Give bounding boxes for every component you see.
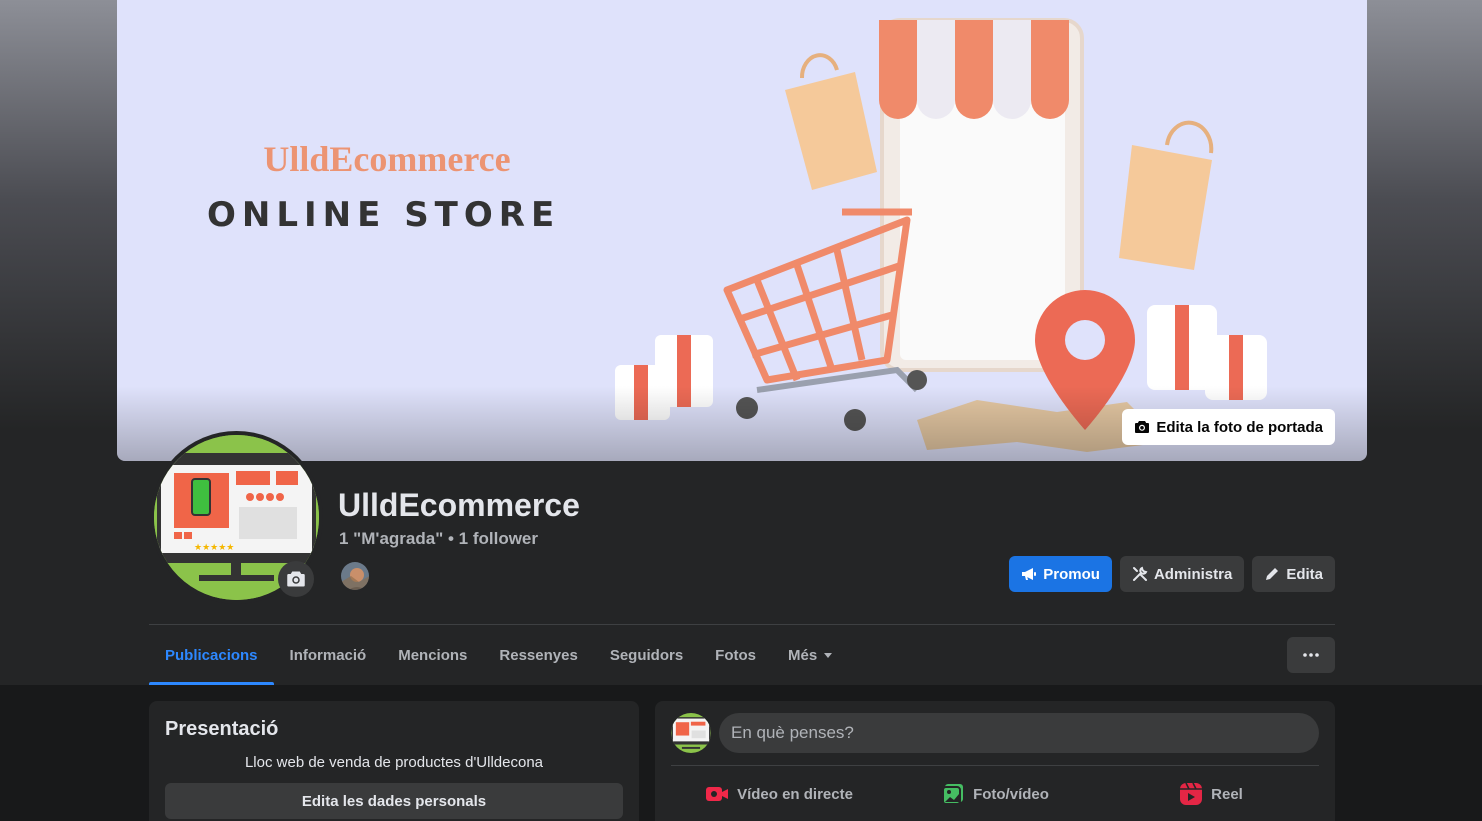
edit-details-button[interactable]: Edita les dades personals [165,783,623,819]
edit-button[interactable]: Edita [1252,556,1335,592]
photo-video-button[interactable]: Foto/vídeo [887,774,1103,814]
composer-avatar[interactable] [671,713,711,753]
manage-label: Administra [1153,565,1233,583]
reel-icon [1179,782,1203,806]
tab-posts[interactable]: Publicacions [149,625,274,685]
edit-cover-photo-label: Edita la foto de portada [1156,418,1323,436]
composer-actions: Vídeo en directe Foto/vídeo Reel [671,774,1319,814]
live-video-button[interactable]: Vídeo en directe [671,774,887,814]
promote-label: Promou [1043,565,1100,583]
megaphone-icon [1021,566,1037,582]
tab-followers[interactable]: Seguidors [594,625,699,685]
divider [671,765,1319,766]
camera-icon [1134,419,1150,435]
svg-text:★★★★★: ★★★★★ [194,543,234,553]
follower-avatar[interactable] [339,560,371,592]
edit-cover-photo-button[interactable]: Edita la foto de portada [1122,409,1335,445]
manage-button[interactable]: Administra [1119,556,1245,592]
intro-title: Presentació [165,718,279,740]
composer-input[interactable] [719,713,1319,753]
page-title: UlldEcommerce [338,487,580,523]
camera-icon [286,569,306,589]
post-composer: Vídeo en directe Foto/vídeo Reel [655,701,1335,821]
page-stats[interactable]: 1 "M'agrada" • 1 follower [339,529,538,549]
page-actions: Promou Administra Edita [1009,556,1335,592]
tools-icon [1132,566,1148,582]
edit-label: Edita [1286,565,1323,583]
cover-brand-text: UlldEcommerce [263,139,511,179]
photo-video-label: Foto/vídeo [973,785,1049,803]
live-video-label: Vídeo en directe [737,785,853,803]
caret-down-icon [823,650,833,660]
tab-about[interactable]: Informació [274,625,383,685]
cover-tagline-text: ONLINE STORE [207,195,561,235]
tab-photos[interactable]: Fotos [699,625,772,685]
photo-icon [941,782,965,806]
reel-button[interactable]: Reel [1103,774,1319,814]
ellipsis-icon [1303,653,1319,657]
tab-reviews[interactable]: Ressenyes [483,625,593,685]
reel-label: Reel [1211,785,1243,803]
tab-more[interactable]: Més [772,625,849,685]
more-options-button[interactable] [1287,637,1335,673]
pencil-icon [1264,566,1280,582]
update-profile-picture-button[interactable] [278,561,314,597]
page-tabs: Publicacions Informació Mencions Resseny… [149,625,849,685]
intro-description: Lloc web de venda de productes d'Ulldeco… [244,754,544,771]
cover-photo: UlldEcommerce ONLINE STORE Edita la foto… [117,0,1367,461]
tab-mentions[interactable]: Mencions [382,625,483,685]
promote-button[interactable]: Promou [1009,556,1112,592]
intro-card: Presentació Lloc web de venda de product… [149,701,639,821]
live-video-icon [705,784,729,804]
